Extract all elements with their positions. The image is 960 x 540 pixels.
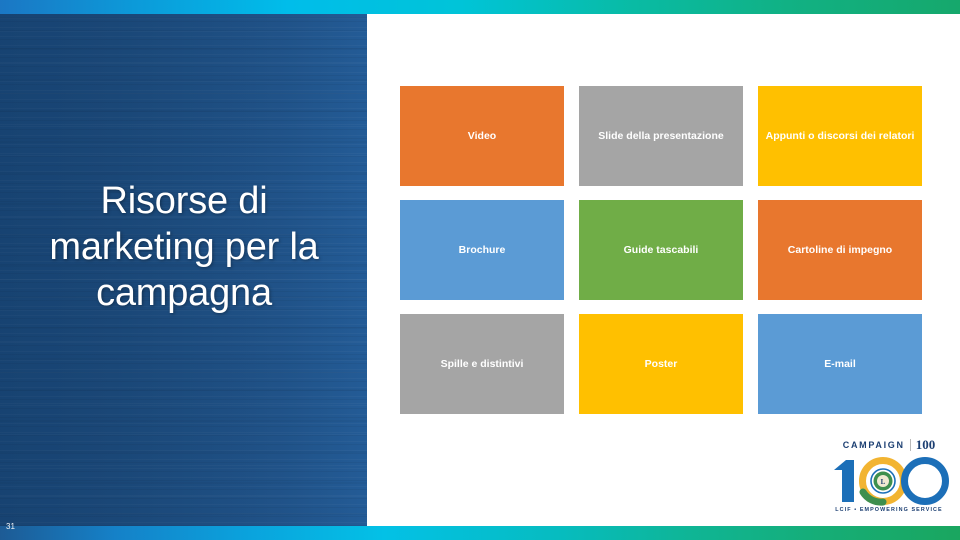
logo-hundred-text: 100 bbox=[915, 436, 936, 452]
tile-label: Guide tascabili bbox=[623, 243, 699, 256]
tile-video[interactable]: Video bbox=[400, 86, 564, 186]
svg-text:L: L bbox=[881, 478, 886, 486]
logo-wordmark-row: CAMPAIGN 100 bbox=[826, 437, 952, 452]
tile-label: Video bbox=[467, 129, 497, 142]
logo-hundred-svg: L bbox=[834, 457, 949, 506]
tile-poster[interactable]: Poster bbox=[579, 314, 743, 414]
tile-guide-tascabili[interactable]: Guide tascabili bbox=[579, 200, 743, 300]
campaign-100-logo: CAMPAIGN 100 L LCIF • EMPOWERING SERVICE bbox=[826, 437, 952, 521]
logo-tagline: LCIF • EMPOWERING SERVICE bbox=[835, 507, 943, 513]
logo-campaign-text: CAMPAIGN bbox=[842, 439, 905, 450]
resource-tile-grid: Video Slide della presentazione Appunti … bbox=[400, 86, 922, 414]
tile-slide-presentazione[interactable]: Slide della presentazione bbox=[579, 86, 743, 186]
tile-label: Slide della presentazione bbox=[598, 129, 724, 142]
logo-hundred-graphic: L bbox=[826, 452, 952, 506]
bottom-accent-strip bbox=[0, 526, 960, 540]
tile-label: Spille e distintivi bbox=[440, 357, 524, 370]
top-accent-strip bbox=[0, 0, 960, 14]
tile-label: E-mail bbox=[824, 357, 856, 370]
tile-label: Appunti o discorsi dei relatori bbox=[765, 129, 915, 142]
logo-divider bbox=[909, 438, 911, 451]
tile-label: Poster bbox=[644, 357, 678, 370]
tile-brochure[interactable]: Brochure bbox=[400, 200, 564, 300]
slide-title: Risorse di marketing per la campagna bbox=[49, 180, 319, 314]
tile-spille-distintivi[interactable]: Spille e distintivi bbox=[400, 314, 564, 414]
tile-label: Brochure bbox=[458, 243, 506, 256]
slide: Risorse di marketing per la campagna Vid… bbox=[0, 0, 960, 540]
tile-label: Cartoline di impegno bbox=[787, 243, 893, 256]
tile-cartoline-impegno[interactable]: Cartoline di impegno bbox=[758, 200, 922, 300]
tile-appunti-discorsi[interactable]: Appunti o discorsi dei relatori bbox=[758, 86, 922, 186]
page-number: 31 bbox=[6, 522, 15, 531]
tile-email[interactable]: E-mail bbox=[758, 314, 922, 414]
